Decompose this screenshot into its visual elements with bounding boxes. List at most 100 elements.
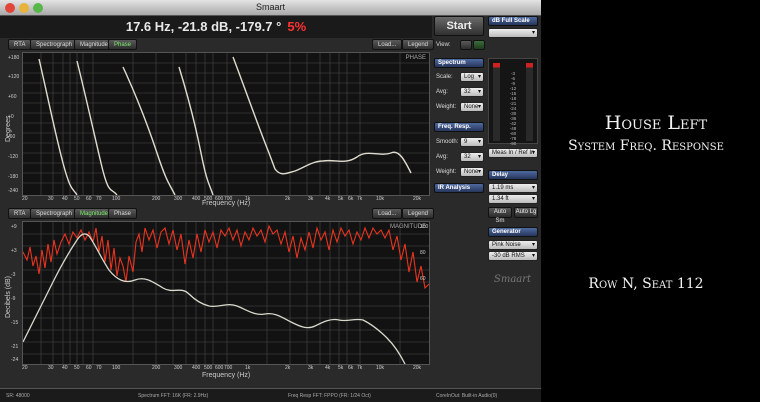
page: Smaart 17.6 Hz, -21.8 dB, -179.7 ° 5% RTA… [0,0,760,402]
audio-io: CoreInOut: Built-in Audio(0) [436,393,498,399]
sample-rate: SR: 48000 [6,393,30,399]
freq-resp-header[interactable]: Freq. Resp. [434,122,484,132]
x-tick: 3k [308,196,314,202]
db-full-scale-header: dB Full Scale [488,16,538,26]
input-meter-left [493,63,500,141]
x-tick: 300 [174,365,183,371]
x-tick: 6k [348,365,354,371]
delay-ms-field[interactable]: 1.19 ms [488,183,538,193]
x-tick: 7k [357,196,363,202]
y-tick: -120 [8,154,19,160]
x-tick: 6k [348,196,354,202]
x-tick: 600 [215,365,224,371]
x-tick: 70 [96,196,102,202]
tab-phase[interactable]: Phase [108,208,138,219]
view-single-icon[interactable] [460,40,472,50]
scale-label: Scale: [436,74,453,80]
y-tick: -3 [11,272,16,278]
delay-header[interactable]: Delay [488,170,538,180]
legend-button[interactable]: Legend [402,39,435,50]
scale-select[interactable]: Log [460,72,484,82]
auto-lg-button[interactable]: Auto Lg [514,207,538,218]
phase-wrap-5 [232,56,412,175]
freq-avg-select[interactable]: 32 [460,152,484,162]
x-tick: 300 [174,196,183,202]
tab-phase[interactable]: Phase [108,39,138,50]
freq-weight-label: Weight: [436,169,457,175]
generator-type-select[interactable]: Pink Noise [488,240,538,250]
db-full-scale-select[interactable] [488,28,538,38]
x-tick: 50 [74,365,80,371]
y-tick: +3 [11,248,17,254]
start-button[interactable]: Start [434,16,484,36]
phase-wrap-1 [38,58,78,195]
view-label: View: [436,42,451,48]
tab-spectrograph[interactable]: Spectrograph [30,39,79,50]
phase-x-axis-label: Frequency (Hz) [202,200,251,207]
auto-sm-button[interactable]: Auto Sm [488,207,512,224]
x-tick: 2k [285,196,291,202]
freq-weight-select[interactable]: None [460,167,484,177]
coherence-trace [23,224,429,290]
x-tick: 3k [308,365,314,371]
x-tick: 7k [357,365,363,371]
x-tick: 60 [86,365,92,371]
load-button[interactable]: Load... [372,208,403,219]
generator-header[interactable]: Generator [488,227,538,237]
x-tick: 40 [62,196,68,202]
y-tick: +9 [11,224,17,230]
x-tick: 400 [192,365,201,371]
right-tick: 100 [420,224,429,230]
x-tick: 10k [376,196,385,202]
meter-tick: -90 [509,141,517,146]
freq-resp-fft: Freq Resp FFT: FPPO (FR: 1/24 Oct) [288,393,371,399]
slide-title: House Left [604,112,708,134]
ir-analysis-button[interactable]: IR Analysis [434,183,484,193]
x-tick: 20 [22,365,28,371]
spectrum-avg-select[interactable]: 32 [460,87,484,97]
generator-mode: RMS [511,253,525,259]
smoothing-select[interactable]: 9 [460,137,484,147]
x-tick: 10k [376,365,385,371]
title-bar: Smaart [0,0,541,16]
x-tick: 30 [48,196,54,202]
y-tick: -180 [8,174,19,180]
y-tick: -240 [8,188,19,194]
magnitude-plot[interactable]: MAGNITUDE [22,221,430,365]
tab-spectrograph[interactable]: Spectrograph [30,208,79,219]
window-title: Smaart [255,2,285,12]
meas-ref-select[interactable]: Meas In / Ref In [488,148,538,158]
phase-corner-label: PHASE [405,55,426,61]
x-tick: 20k [413,196,422,202]
x-tick: 5k [338,196,344,202]
magnitude-x-axis-label: Frequency (Hz) [202,372,251,379]
smoothing-label: Smooth: [436,139,459,145]
y-tick: -9 [11,296,16,302]
generator-level-field[interactable]: -30 dB RMS [488,251,538,261]
x-tick: 500 [204,365,213,371]
slide-subtitle: System Freq. Response [568,138,724,154]
tab-rta[interactable]: RTA [8,39,32,50]
top-plot-tabbar: RTA Spectrograph Magnitude Phase Load...… [8,39,435,50]
coherence-percent: 5% [287,19,307,34]
legend-button[interactable]: Legend [402,208,435,219]
x-tick: 2k [285,365,291,371]
delay-ft-field[interactable]: 1.34 ft [488,194,538,204]
y-tick: +60 [8,94,17,100]
spectrum-fft: Spectrum FFT: 16K (FR: 2.9Hz) [138,393,209,399]
spectrum-weight-label: Weight: [436,104,457,110]
x-tick: 60 [86,196,92,202]
smaart-logo: Smaart [494,274,532,285]
spectrum-header[interactable]: Spectrum [434,58,484,68]
x-tick: 200 [152,196,161,202]
y-tick: -21 [11,344,19,350]
x-tick: 40 [62,365,68,371]
load-button[interactable]: Load... [372,39,403,50]
view-split-icon[interactable] [473,40,485,50]
x-tick: 30 [48,365,54,371]
y-tick: +0 [8,114,14,120]
freq-avg-label: Avg: [436,154,448,160]
tab-rta[interactable]: RTA [8,208,32,219]
phase-plot[interactable]: PHASE [22,52,430,196]
spectrum-weight-select[interactable]: None [460,102,484,112]
